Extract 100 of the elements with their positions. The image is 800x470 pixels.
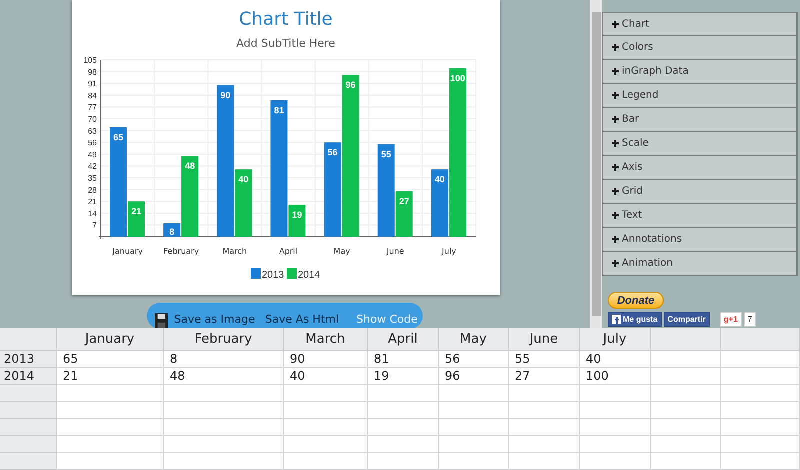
facebook-icon: [612, 315, 621, 324]
empty-cell[interactable]: [368, 419, 439, 436]
row-header: [0, 436, 57, 453]
empty-cell[interactable]: [580, 402, 651, 419]
empty-cell[interactable]: [284, 402, 368, 419]
empty-cell[interactable]: [284, 385, 368, 402]
column-header[interactable]: February: [164, 328, 284, 351]
table-cell[interactable]: 8: [164, 351, 284, 368]
save-html-button[interactable]: Save As Html: [265, 313, 357, 326]
table-cell[interactable]: 81: [368, 351, 439, 368]
column-header[interactable]: July: [580, 328, 651, 351]
row-header: [0, 402, 57, 419]
table-cell[interactable]: 65: [57, 351, 164, 368]
empty-cell[interactable]: [580, 385, 651, 402]
empty-cell[interactable]: [284, 453, 368, 470]
empty-cell[interactable]: [580, 419, 651, 436]
empty-cell[interactable]: [721, 453, 800, 470]
y-tick-label: 84: [88, 91, 97, 100]
empty-cell[interactable]: [651, 368, 721, 385]
settings-section[interactable]: Annotations: [602, 228, 798, 252]
empty-cell[interactable]: [439, 419, 509, 436]
share-button[interactable]: Compartir: [664, 312, 710, 327]
settings-section[interactable]: Legend: [602, 84, 798, 108]
scrollbar[interactable]: [590, 0, 602, 328]
like-button[interactable]: Me gusta: [608, 312, 662, 327]
x-tick-label: February: [164, 247, 200, 256]
empty-cell[interactable]: [164, 453, 284, 470]
column-header[interactable]: January: [57, 328, 164, 351]
settings-section[interactable]: Grid: [602, 180, 798, 204]
save-image-button[interactable]: Save as Image: [174, 313, 266, 326]
settings-section[interactable]: inGraph Data: [602, 60, 798, 84]
table-cell[interactable]: 96: [439, 368, 509, 385]
plus-one-button[interactable]: g+1: [720, 312, 742, 327]
empty-cell[interactable]: [368, 453, 439, 470]
empty-cell[interactable]: [368, 385, 439, 402]
empty-cell[interactable]: [164, 419, 284, 436]
empty-cell[interactable]: [651, 385, 721, 402]
x-tick-label: April: [279, 247, 298, 256]
empty-cell[interactable]: [439, 402, 509, 419]
column-header[interactable]: [721, 328, 800, 351]
table-cell[interactable]: 19: [368, 368, 439, 385]
empty-cell[interactable]: [164, 436, 284, 453]
empty-cell[interactable]: [721, 419, 800, 436]
settings-section[interactable]: Text: [602, 204, 798, 228]
column-header[interactable]: May: [439, 328, 509, 351]
empty-cell[interactable]: [721, 351, 800, 368]
empty-cell[interactable]: [721, 368, 800, 385]
empty-cell[interactable]: [721, 402, 800, 419]
table-cell[interactable]: 21: [57, 368, 164, 385]
settings-section[interactable]: Axis: [602, 156, 798, 180]
empty-cell[interactable]: [284, 436, 368, 453]
row-header: [0, 453, 57, 470]
empty-cell[interactable]: [164, 402, 284, 419]
table-cell[interactable]: 100: [580, 368, 651, 385]
empty-cell[interactable]: [651, 436, 721, 453]
empty-cell[interactable]: [368, 436, 439, 453]
empty-cell[interactable]: [164, 385, 284, 402]
table-cell[interactable]: 90: [284, 351, 368, 368]
empty-cell[interactable]: [509, 453, 580, 470]
table-cell[interactable]: 40: [580, 351, 651, 368]
empty-cell[interactable]: [721, 385, 800, 402]
empty-cell[interactable]: [651, 419, 721, 436]
empty-cell[interactable]: [721, 436, 800, 453]
column-header[interactable]: [651, 328, 721, 351]
empty-cell[interactable]: [368, 402, 439, 419]
chart-title: Chart Title: [239, 9, 333, 30]
settings-section[interactable]: Scale: [602, 132, 798, 156]
empty-cell[interactable]: [439, 436, 509, 453]
settings-section[interactable]: Bar: [602, 108, 798, 132]
empty-cell[interactable]: [284, 419, 368, 436]
empty-cell[interactable]: [439, 385, 509, 402]
column-header[interactable]: April: [368, 328, 439, 351]
column-header[interactable]: June: [509, 328, 580, 351]
empty-cell[interactable]: [580, 453, 651, 470]
bar-value-label: 40: [238, 174, 249, 185]
bar-value-label: 56: [328, 148, 338, 158]
settings-section[interactable]: Chart: [602, 12, 798, 36]
empty-cell[interactable]: [651, 453, 721, 470]
empty-cell[interactable]: [580, 436, 651, 453]
table-cell[interactable]: 27: [509, 368, 580, 385]
empty-cell[interactable]: [509, 385, 580, 402]
empty-cell[interactable]: [509, 436, 580, 453]
corner-header: [0, 328, 57, 351]
y-tick-label: 56: [88, 138, 97, 148]
empty-cell[interactable]: [509, 419, 580, 436]
empty-cell[interactable]: [651, 351, 721, 368]
donate-button[interactable]: Donate: [608, 292, 664, 309]
table-cell[interactable]: 48: [164, 368, 284, 385]
table-cell[interactable]: 55: [509, 351, 580, 368]
empty-cell[interactable]: [439, 453, 509, 470]
table-cell[interactable]: 40: [284, 368, 368, 385]
settings-section[interactable]: Animation: [602, 252, 798, 276]
empty-cell[interactable]: [509, 402, 580, 419]
empty-cell[interactable]: [651, 402, 721, 419]
share-count: 7: [744, 312, 756, 327]
y-tick-label: 63: [88, 126, 97, 136]
settings-section[interactable]: Colors: [602, 36, 798, 60]
column-header[interactable]: March: [284, 328, 368, 351]
table-cell[interactable]: 56: [439, 351, 509, 368]
legend-label: 2013: [262, 270, 284, 281]
